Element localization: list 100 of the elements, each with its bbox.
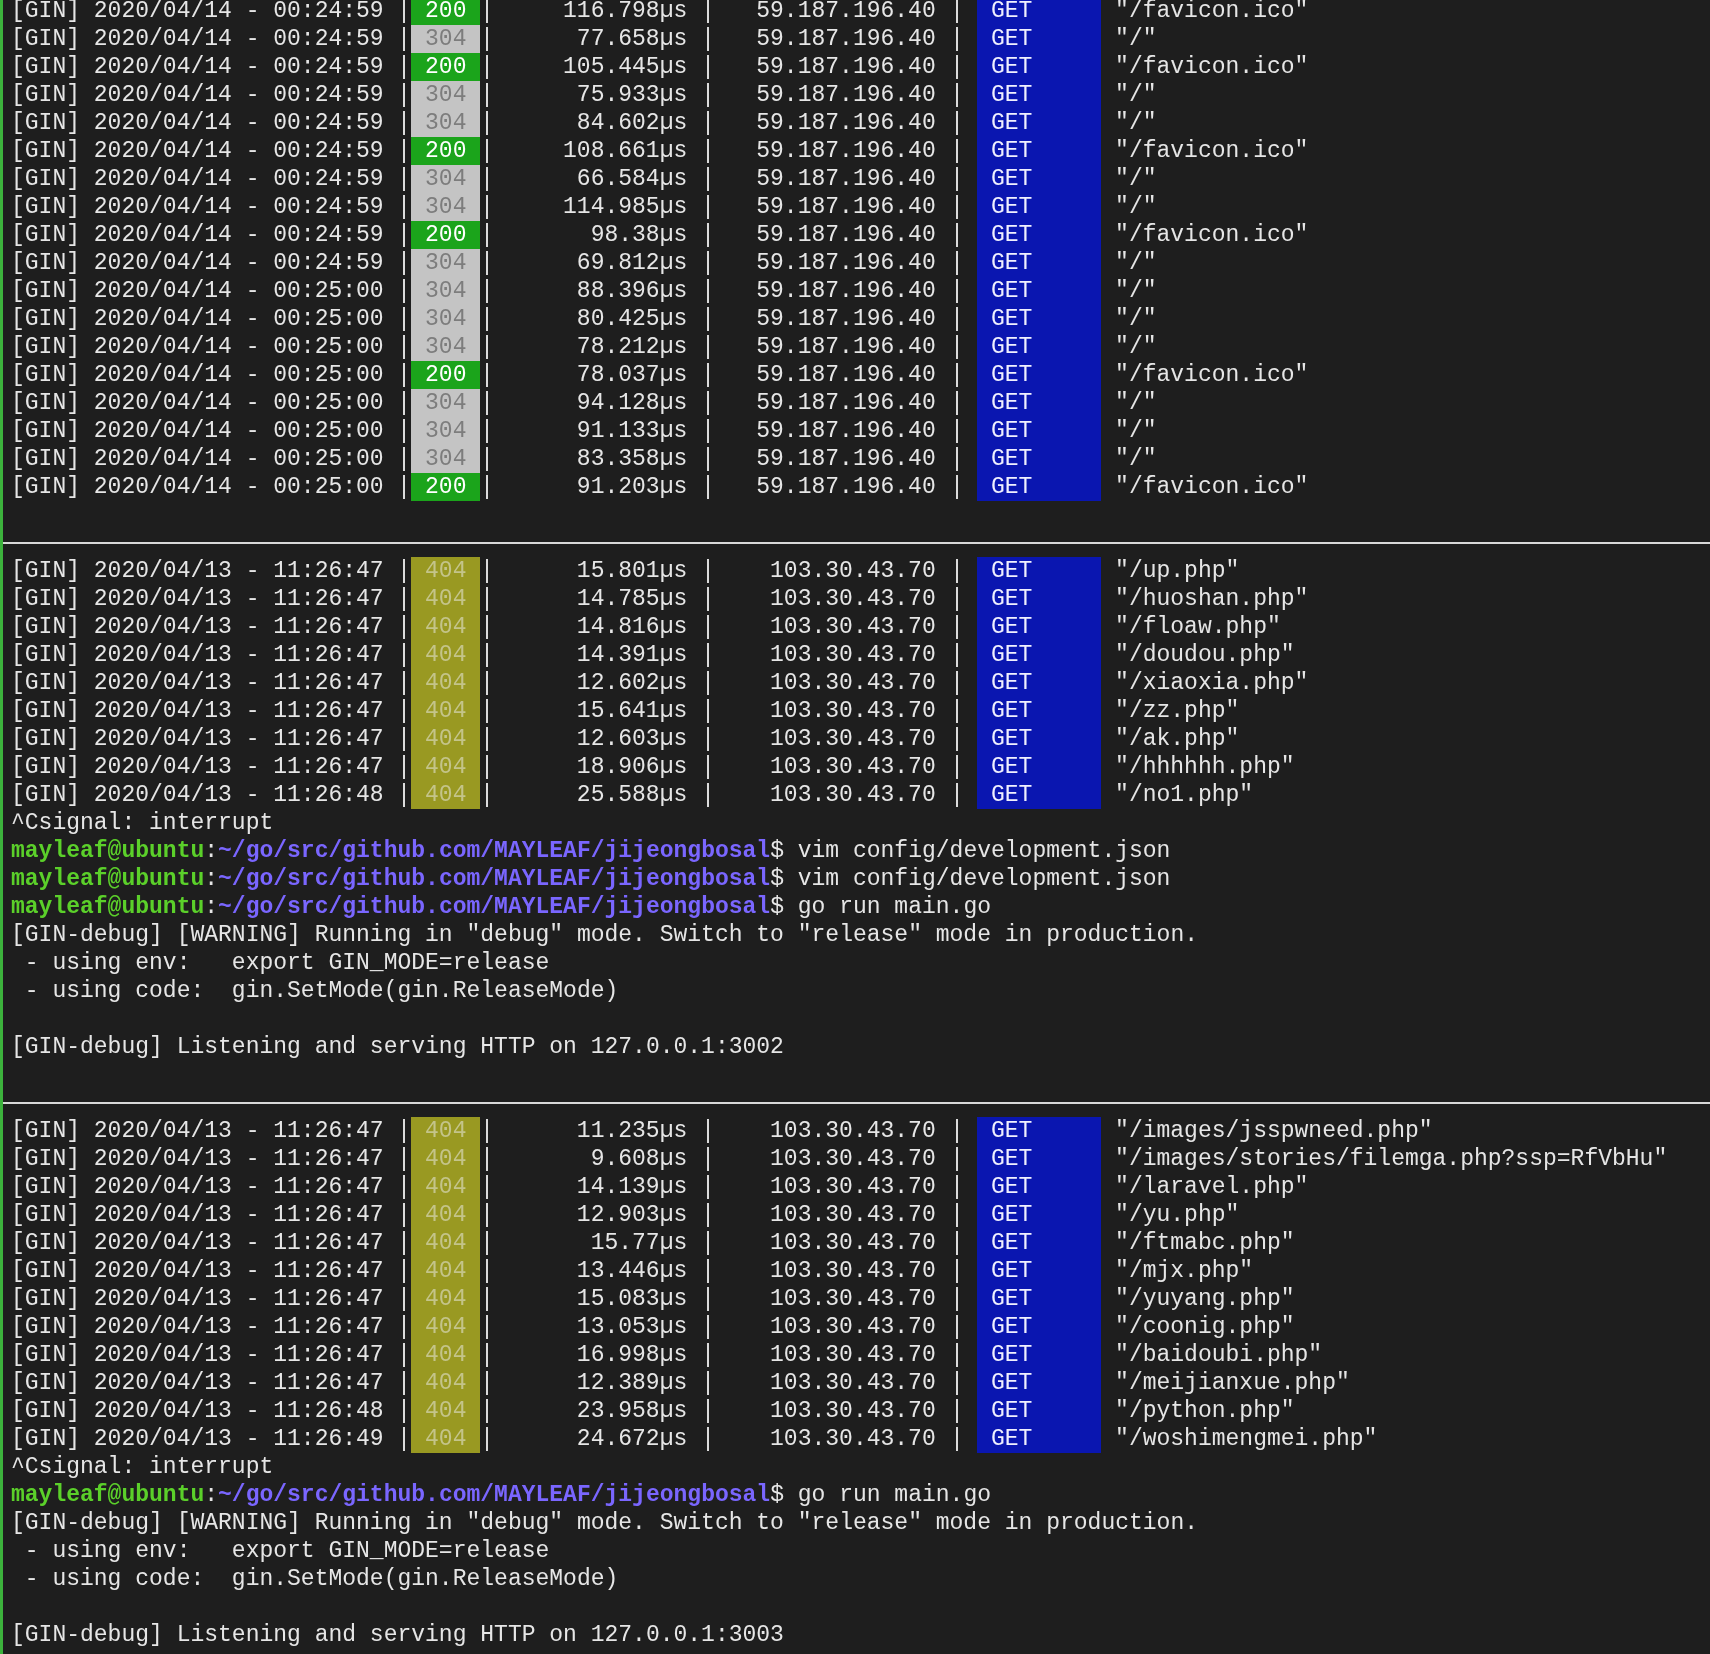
method-tag: GET: [977, 1173, 1102, 1201]
request-path-text: "/laravel.php": [1115, 1173, 1309, 1201]
request-path-text: "/favicon.ico": [1115, 0, 1309, 25]
prompt-colon: :: [204, 893, 219, 921]
log-timestamp: [GIN] 2020/04/14 - 00:25:00: [11, 305, 384, 333]
latency-text: 69.812µs: [575, 249, 688, 277]
status-code-tag: 304: [411, 249, 481, 277]
method-tag: GET: [977, 53, 1102, 81]
ip-address-text: 103.30.43.70: [769, 697, 936, 725]
request-path-text: "/favicon.ico": [1115, 221, 1309, 249]
log-timestamp: [GIN] 2020/04/13 - 11:26:47: [11, 1117, 384, 1145]
ip-address-text: 59.187.196.40: [755, 473, 936, 501]
console-output-line: ^Csignal: interrupt: [11, 1453, 274, 1481]
log-timestamp: [GIN] 2020/04/13 - 11:26:47: [11, 1257, 384, 1285]
console-output-line: - using code: gin.SetMode(gin.ReleaseMode): [23, 1565, 619, 1593]
request-path-text: "/images/jsspwneed.php": [1115, 1117, 1433, 1145]
latency-text: 78.037µs: [575, 361, 688, 389]
request-path-text: "/images/stories/filemga.php?ssp=RfVbHu": [1115, 1145, 1668, 1173]
method-tag: GET: [977, 473, 1102, 501]
status-code-tag: 304: [411, 277, 481, 305]
log-timestamp: [GIN] 2020/04/14 - 00:24:59: [11, 165, 384, 193]
ip-address-text: 103.30.43.70: [769, 1285, 936, 1313]
log-timestamp: [GIN] 2020/04/14 - 00:25:00: [11, 389, 384, 417]
latency-text: 14.816µs: [575, 613, 688, 641]
method-tag: GET: [977, 417, 1102, 445]
request-path-text: "/": [1115, 165, 1157, 193]
prompt-path: ~/go/src/github.com/MAYLEAF/jijeongbosal: [218, 837, 771, 865]
method-tag: GET: [977, 1397, 1102, 1425]
prompt-colon: :: [204, 865, 219, 893]
status-code-tag: 404: [411, 1341, 481, 1369]
log-timestamp: [GIN] 2020/04/13 - 11:26:48: [11, 781, 384, 809]
console-output-line: [GIN-debug] Listening and serving HTTP on 127.0.0.1:3002: [11, 1033, 784, 1061]
request-path-text: "/hhhhhh.php": [1115, 753, 1295, 781]
log-timestamp: [GIN] 2020/04/13 - 11:26:47: [11, 1145, 384, 1173]
log-timestamp: [GIN] 2020/04/13 - 11:26:47: [11, 1341, 384, 1369]
prompt-command: vim config/development.json: [797, 865, 1171, 893]
method-tag: GET: [977, 221, 1102, 249]
status-code-tag: 404: [411, 1313, 481, 1341]
method-tag: GET: [977, 781, 1102, 809]
log-timestamp: [GIN] 2020/04/14 - 00:24:59: [11, 25, 384, 53]
method-tag: GET: [977, 1145, 1102, 1173]
prompt-symbol: $: [770, 865, 784, 893]
latency-text: 15.77µs: [589, 1229, 688, 1257]
log-timestamp: [GIN] 2020/04/13 - 11:26:47: [11, 557, 384, 585]
prompt-command: vim config/development.json: [797, 837, 1171, 865]
prompt-colon: :: [204, 837, 219, 865]
log-timestamp: [GIN] 2020/04/13 - 11:26:47: [11, 1313, 384, 1341]
request-path-text: "/": [1115, 193, 1157, 221]
method-tag: GET: [977, 1285, 1102, 1313]
ip-address-text: 59.187.196.40: [755, 0, 936, 25]
method-tag: GET: [977, 725, 1102, 753]
prompt-symbol: $: [770, 837, 784, 865]
prompt-user-host: mayleaf@ubuntu: [11, 865, 205, 893]
status-code-tag: 404: [411, 1369, 481, 1397]
log-timestamp: [GIN] 2020/04/14 - 00:24:59: [11, 0, 384, 25]
latency-text: 12.389µs: [575, 1369, 688, 1397]
log-timestamp: [GIN] 2020/04/14 - 00:25:00: [11, 445, 384, 473]
method-tag: GET: [977, 333, 1102, 361]
status-code-tag: 304: [411, 193, 481, 221]
status-code-tag: 304: [411, 417, 481, 445]
method-tag: GET: [977, 1425, 1102, 1453]
ip-address-text: 59.187.196.40: [755, 417, 936, 445]
method-tag: GET: [977, 753, 1102, 781]
method-tag: GET: [977, 1117, 1102, 1145]
method-tag: GET: [977, 361, 1102, 389]
request-path-text: "/mjx.php": [1115, 1257, 1254, 1285]
method-tag: GET: [977, 1369, 1102, 1397]
log-timestamp: [GIN] 2020/04/13 - 11:26:47: [11, 753, 384, 781]
ip-address-text: 103.30.43.70: [769, 1201, 936, 1229]
ip-address-text: 103.30.43.70: [769, 641, 936, 669]
console-output-line: [GIN-debug] Listening and serving HTTP on 127.0.0.1:3003: [11, 1621, 784, 1649]
log-timestamp: [GIN] 2020/04/13 - 11:26:47: [11, 585, 384, 613]
ip-address-text: 103.30.43.70: [769, 1229, 936, 1257]
latency-text: 13.053µs: [575, 1313, 688, 1341]
method-tag: GET: [977, 249, 1102, 277]
log-timestamp: [GIN] 2020/04/13 - 11:26:47: [11, 641, 384, 669]
latency-text: 108.661µs: [562, 137, 688, 165]
ip-address-text: 59.187.196.40: [755, 221, 936, 249]
log-timestamp: [GIN] 2020/04/13 - 11:26:47: [11, 1229, 384, 1257]
latency-text: 12.603µs: [575, 725, 688, 753]
log-timestamp: [GIN] 2020/04/14 - 00:24:59: [11, 109, 384, 137]
ip-address-text: 59.187.196.40: [755, 137, 936, 165]
latency-text: 88.396µs: [575, 277, 688, 305]
ip-address-text: 59.187.196.40: [755, 249, 936, 277]
method-tag: GET: [977, 25, 1102, 53]
latency-text: 75.933µs: [575, 81, 688, 109]
status-code-tag: 200: [411, 221, 481, 249]
status-code-tag: 404: [411, 1145, 481, 1173]
latency-text: 77.658µs: [575, 25, 688, 53]
request-path-text: "/python.php": [1115, 1397, 1295, 1425]
status-code-tag: 304: [411, 25, 481, 53]
request-path-text: "/huoshan.php": [1115, 585, 1309, 613]
status-code-tag: 404: [411, 1397, 481, 1425]
request-path-text: "/ak.php": [1115, 725, 1240, 753]
latency-text: 98.38µs: [589, 221, 688, 249]
method-tag: GET: [977, 1229, 1102, 1257]
latency-text: 105.445µs: [562, 53, 688, 81]
status-code-tag: 404: [411, 1117, 481, 1145]
request-path-text: "/": [1115, 277, 1157, 305]
request-path-text: "/yuyang.php": [1115, 1285, 1295, 1313]
